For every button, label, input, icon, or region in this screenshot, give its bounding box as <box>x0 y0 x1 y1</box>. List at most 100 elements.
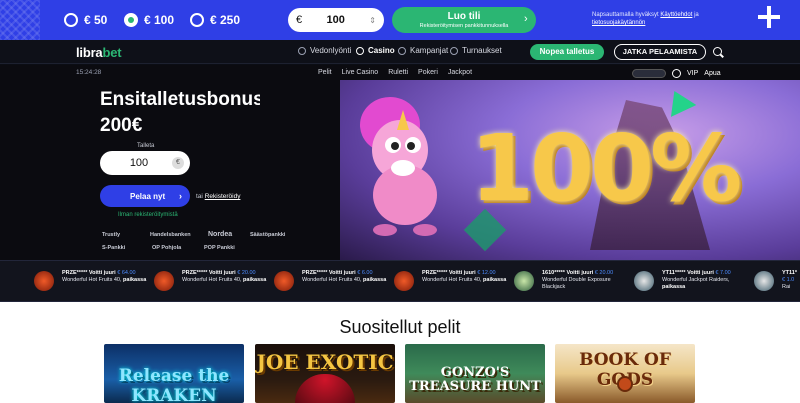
win-action: Voitti juuri <box>328 270 356 276</box>
win-user: PRZE***** <box>182 270 208 276</box>
game-card-joe-exotic[interactable]: JOE EXOTIC <box>255 344 395 403</box>
win-ticker-item[interactable]: YT11* € 1.0 Rai <box>754 269 800 295</box>
tab-jackpot[interactable]: Jackpot <box>448 69 472 76</box>
tab-roulette[interactable]: Ruletti <box>388 69 408 76</box>
win-user: YT11* <box>782 270 797 276</box>
unicorn-mascot-image <box>360 97 437 236</box>
win-ticker-item[interactable]: PRZE***** Voitti juuri € 20.00 Wonderful… <box>154 269 266 295</box>
win-ticker-item[interactable]: PRZE***** Voitti juuri € 6.00 Wonderful … <box>274 269 386 295</box>
bonus-title: Ensitalletusbonus 200€ <box>100 87 260 139</box>
radio-icon[interactable] <box>190 13 204 27</box>
win-where: paikassa <box>662 284 686 290</box>
win-text: PRZE***** Voitti juuri € 6.00 Wonderful … <box>302 270 388 284</box>
register-link-row: tai Rekisteröidy <box>196 193 240 200</box>
search-icon[interactable] <box>713 47 722 56</box>
win-where: paikassa <box>483 277 507 283</box>
terms-link[interactable]: Käyttöehdot <box>660 12 692 18</box>
win-game: Wonderful Jackpot Raiders, <box>662 277 730 283</box>
win-user: 1610***** <box>542 270 565 276</box>
amount-option-label: € 250 <box>210 13 241 27</box>
win-where: paikassa <box>363 277 387 283</box>
plus-icon[interactable] <box>758 6 780 28</box>
register-link[interactable]: Rekisteröidy <box>205 193 241 200</box>
tab-live-casino[interactable]: Live Casino <box>342 69 379 76</box>
site-logo[interactable]: librabet <box>76 45 122 60</box>
win-text: YT11* € 1.0 Rai <box>782 270 800 291</box>
tab-poker[interactable]: Pokeri <box>418 69 438 76</box>
casino-icon <box>356 46 364 55</box>
play-now-label: Pelaa nyt <box>130 191 166 201</box>
deposit-amount-input[interactable]: € 100 ⇕ <box>288 8 384 32</box>
play-now-button[interactable]: Pelaa nyt › <box>100 185 190 207</box>
win-ticker-item[interactable]: 1610***** Voitti juuri € 20.00 Wonderful… <box>514 269 624 295</box>
stepper-icon[interactable]: ⇕ <box>369 16 376 25</box>
win-amount: € 64.00 <box>117 270 136 276</box>
vip-link[interactable]: VIP <box>687 70 698 77</box>
terms-text: Napsauttamalla hyväksyt <box>592 12 659 18</box>
win-game: Wonderful Hot Fruits 40, <box>182 277 242 283</box>
radio-selected-icon[interactable] <box>124 13 138 27</box>
win-game: Wonderful Hot Fruits 40, <box>302 277 362 283</box>
hero-deposit-value[interactable]: 100 <box>106 157 172 169</box>
win-game: Wonderful Hot Fruits 40, <box>422 277 482 283</box>
privacy-link[interactable]: tietosuojakäytännön <box>592 20 645 26</box>
amount-option-100[interactable]: € 100 <box>124 11 174 29</box>
arrow-right-icon: › <box>179 191 182 201</box>
bank-logo-handelsbanken: Handelsbanken <box>150 232 191 238</box>
continue-playing-button[interactable]: JATKA PELAAMISTA <box>614 44 706 60</box>
game-title: JOE EXOTIC <box>256 350 394 374</box>
responsible-gaming-icons[interactable] <box>632 69 666 78</box>
nav-item-sports[interactable]: Vedonlyönti <box>298 46 351 55</box>
category-tabs: Pelit Live Casino Ruletti Pokeri Jackpot <box>318 69 472 76</box>
win-ticker-item[interactable]: YT11***** Voitti juuri € 7.00 Wonderful … <box>634 269 744 295</box>
game-card-gonzos-treasure-hunt[interactable]: GONZO'S TREASURE HUNT <box>405 344 545 403</box>
emblem-decoration <box>617 376 633 392</box>
create-account-label: Luo tili <box>447 11 481 22</box>
radio-icon[interactable] <box>64 13 78 27</box>
game-thumbnail <box>514 271 534 291</box>
win-ticker-item[interactable]: PRZE***** Voitti juuri € 64.00 Wonderful… <box>34 269 146 295</box>
game-thumbnail <box>274 271 294 291</box>
win-amount: € 7.00 <box>715 270 731 276</box>
game-card-release-the-kraken[interactable]: Release the KRAKEN <box>104 344 244 403</box>
win-action: Voitti juuri <box>448 270 476 276</box>
bank-logo-pop: POP Pankki <box>204 245 235 251</box>
section-title: Suositellut pelit <box>339 317 461 337</box>
win-amount: € 20.00 <box>237 270 256 276</box>
nav-item-tournaments[interactable]: Turnaukset <box>450 46 502 55</box>
nav-item-promotions[interactable]: Kampanjat <box>398 46 448 55</box>
no-registration-note: Ilman rekisteröitymistä <box>118 212 178 218</box>
amount-option-250[interactable]: € 250 <box>190 11 240 29</box>
win-ticker-item[interactable]: PRZE***** Voitti juuri € 12.00 Wonderful… <box>394 269 507 295</box>
win-amount: € 6.00 <box>357 270 373 276</box>
trophy-icon <box>450 46 458 55</box>
register-prefix: tai <box>196 193 203 200</box>
nav-item-label: Casino <box>368 46 395 55</box>
win-text: 1610***** Voitti juuri € 20.00 Wonderful… <box>542 270 628 291</box>
game-title: Release the KRAKEN <box>118 366 230 403</box>
terms-conj: ja <box>694 12 699 18</box>
globe-icon[interactable] <box>672 69 681 78</box>
hero-deposit-input[interactable]: 100 € <box>100 151 190 175</box>
deposit-amount-value[interactable]: 100 <box>302 14 369 26</box>
game-card-book-of-gods[interactable]: BOOK OF GODS <box>555 344 695 403</box>
amount-option-label: € 100 <box>144 13 175 27</box>
utility-links: VIP Apua <box>632 69 721 78</box>
bank-logo-s-pankki: S-Pankki <box>102 245 126 251</box>
bonus-percent-art: 100% <box>470 115 742 222</box>
nav-item-casino[interactable]: Casino <box>356 46 395 55</box>
win-user: PRZE***** <box>62 270 88 276</box>
quick-deposit-button[interactable]: Nopea talletus <box>530 44 604 60</box>
euro-icon: € <box>172 157 184 169</box>
tab-games[interactable]: Pelit <box>318 69 332 76</box>
recommended-games-section: Suositellut pelit Release the KRAKEN JOE… <box>0 302 800 403</box>
help-link[interactable]: Apua <box>704 70 720 77</box>
win-game: Wonderful Hot Fruits 40, <box>62 277 122 283</box>
amount-option-50[interactable]: € 50 <box>64 11 107 29</box>
create-account-button[interactable]: Luo tili Rekisteröitymisen pankkitunnuks… <box>392 7 536 33</box>
win-text: PRZE***** Voitti juuri € 64.00 Wonderful… <box>62 270 148 284</box>
decorative-pattern <box>0 0 40 40</box>
bank-logo-trustly: Trustly <box>102 232 121 238</box>
bonus-title-line1: Ensitalletusbonus <box>100 89 260 110</box>
game-title: GONZO'S TREASURE HUNT <box>409 365 541 394</box>
